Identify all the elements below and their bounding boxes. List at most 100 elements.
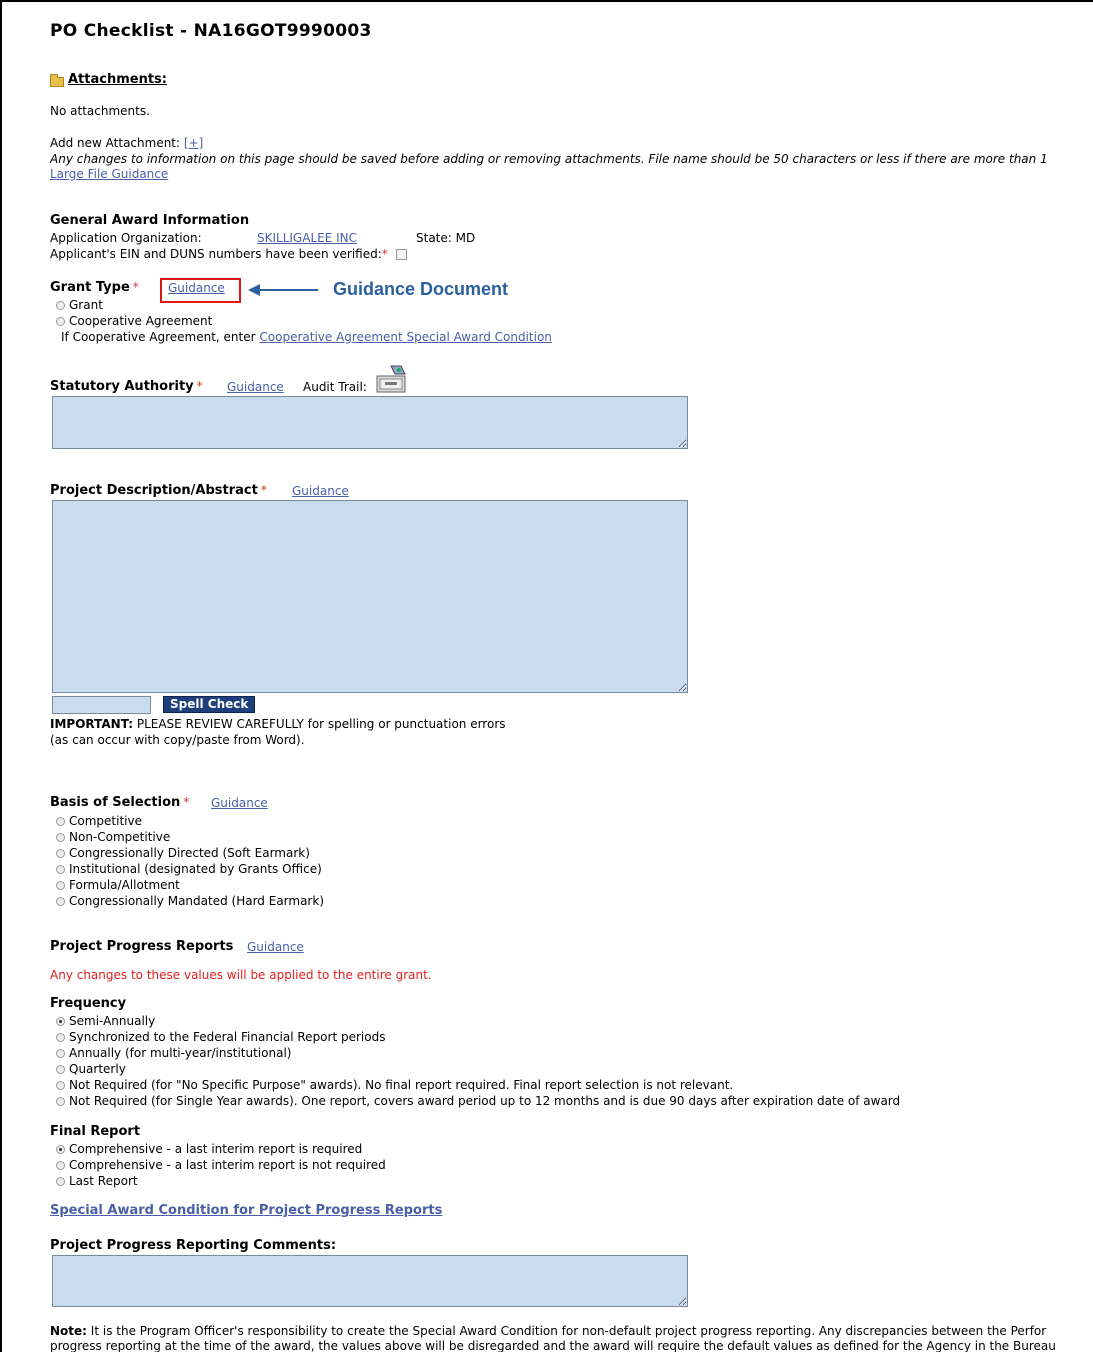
radio-option[interactable]: Not Required (for "No Specific Purpose" …	[56, 1077, 900, 1093]
large-file-guidance-link[interactable]: Large File Guidance	[50, 167, 168, 181]
radio-label: Non-Competitive	[69, 830, 171, 844]
radio-option[interactable]: Formula/Allotment	[56, 877, 324, 893]
verified-checkbox[interactable]	[395, 249, 407, 260]
radio-label: Annually (for multi-year/institutional)	[69, 1046, 292, 1060]
required-marker: *	[260, 483, 267, 497]
final-report-label: Final Report	[50, 1124, 141, 1139]
important-label: IMPORTANT:	[50, 717, 134, 731]
special-award-condition-link[interactable]: Special Award Condition for Project Prog…	[50, 1203, 442, 1218]
comments-label: Project Progress Reporting Comments:	[50, 1238, 337, 1253]
radio-label: Congressionally Directed (Soft Earmark)	[69, 846, 310, 860]
radio-label: Formula/Allotment	[69, 878, 180, 892]
folder-icon	[50, 74, 64, 87]
radio-button[interactable]	[56, 1048, 65, 1058]
radio-label: Comprehensive - a last interim report is…	[69, 1158, 386, 1172]
radio-label: Grant	[69, 298, 103, 312]
add-attachment-row: Add new Attachment: [+]	[50, 136, 203, 150]
verified-row: Applicant's EIN and DUNS numbers have be…	[50, 247, 407, 261]
no-attachments-text: No attachments.	[50, 104, 150, 118]
radio-button[interactable]	[56, 1016, 65, 1026]
add-attachment-label: Add new Attachment:	[50, 136, 181, 150]
grant-type-options: Grant Cooperative Agreement	[56, 297, 212, 329]
coop-agreement-row: If Cooperative Agreement, enter Cooperat…	[61, 330, 552, 344]
radio-option[interactable]: Institutional (designated by Grants Offi…	[56, 861, 324, 877]
radio-button[interactable]	[56, 848, 65, 858]
radio-button[interactable]	[56, 1160, 65, 1170]
state-field: State: MD	[416, 231, 475, 245]
radio-button[interactable]	[56, 1080, 65, 1090]
radio-label: Congressionally Mandated (Hard Earmark)	[69, 894, 324, 908]
spell-check-button[interactable]: Spell Check	[163, 696, 256, 713]
state-value: MD	[455, 231, 476, 245]
required-marker: *	[132, 280, 139, 294]
radio-button[interactable]	[56, 316, 65, 326]
project-desc-guidance-link[interactable]: Guidance	[292, 484, 349, 498]
radio-option[interactable]: Congressionally Mandated (Hard Earmark)	[56, 893, 324, 909]
progress-comments-textarea[interactable]	[52, 1255, 688, 1307]
radio-option[interactable]: Annually (for multi-year/institutional)	[56, 1045, 900, 1061]
radio-button[interactable]	[56, 1176, 65, 1186]
radio-button[interactable]	[56, 880, 65, 890]
statutory-authority-textarea[interactable]	[52, 396, 688, 449]
add-attachment-link[interactable]: [+]	[184, 136, 203, 150]
basis-guidance-link[interactable]: Guidance	[211, 796, 268, 810]
radio-label: Semi-Annually	[69, 1014, 156, 1028]
project-desc-label-row: Project Description/Abstract *	[50, 483, 267, 498]
frequency-label: Frequency	[50, 996, 127, 1011]
radio-option[interactable]: Quarterly	[56, 1061, 900, 1077]
radio-option[interactable]: Comprehensive - a last interim report is…	[56, 1157, 386, 1173]
progress-guidance-link[interactable]: Guidance	[247, 940, 304, 954]
important-text: PLEASE REVIEW CAREFULLY for spelling or …	[136, 717, 506, 731]
important-note: IMPORTANT: PLEASE REVIEW CAREFULLY for s…	[50, 717, 506, 731]
radio-option[interactable]: Grant	[56, 297, 212, 313]
page-title: PO Checklist - NA16GOT9990003	[50, 21, 372, 41]
statutory-label-row: Statutory Authority *	[50, 379, 203, 394]
radio-option[interactable]: Competitive	[56, 813, 324, 829]
audit-trail-label: Audit Trail:	[303, 380, 367, 394]
radio-option[interactable]: Synchronized to the Federal Financial Re…	[56, 1029, 900, 1045]
grant-type-label-row: Grant Type *	[50, 280, 139, 295]
progress-warning: Any changes to these values will be appl…	[50, 968, 432, 982]
radio-label: Comprehensive - a last interim report is…	[69, 1142, 363, 1156]
radio-option[interactable]: Semi-Annually	[56, 1013, 900, 1029]
arrow-left-icon	[248, 284, 318, 296]
coop-agreement-link[interactable]: Cooperative Agreement Special Award Cond…	[259, 330, 552, 344]
required-marker: *	[183, 795, 190, 809]
app-org-label: Application Organization:	[50, 231, 202, 245]
important-text-2: (as can occur with copy/paste from Word)…	[50, 733, 305, 747]
attachments-heading[interactable]: Attachments:	[68, 72, 167, 87]
radio-button[interactable]	[56, 300, 65, 310]
radio-option[interactable]: Comprehensive - a last interim report is…	[56, 1141, 386, 1157]
page-frame: PO Checklist - NA16GOT9990003 Attachment…	[0, 0, 1093, 1352]
radio-option[interactable]: Not Required (for Single Year awards). O…	[56, 1093, 900, 1109]
radio-label: Synchronized to the Federal Financial Re…	[69, 1030, 386, 1044]
note-text-1: It is the Program Officer's responsibili…	[90, 1324, 1047, 1338]
radio-button[interactable]	[56, 1096, 65, 1106]
grant-type-guidance-link[interactable]: Guidance	[168, 281, 225, 295]
statutory-label: Statutory Authority	[50, 379, 194, 394]
radio-button[interactable]	[56, 864, 65, 874]
progress-label: Project Progress Reports	[50, 939, 234, 954]
radio-button[interactable]	[56, 1144, 65, 1154]
radio-button[interactable]	[56, 1032, 65, 1042]
radio-button[interactable]	[56, 1064, 65, 1074]
audit-trail-icon[interactable]	[375, 364, 407, 394]
basis-options: Competitive Non-Competitive Congressiona…	[56, 813, 324, 909]
spell-check-field[interactable]	[52, 696, 151, 714]
frequency-options: Semi-Annually Synchronized to the Federa…	[56, 1013, 900, 1109]
statutory-guidance-link[interactable]: Guidance	[227, 380, 284, 394]
attachment-notice: Any changes to information on this page …	[50, 152, 1048, 166]
radio-button[interactable]	[56, 816, 65, 826]
radio-option[interactable]: Non-Competitive	[56, 829, 324, 845]
project-desc-label: Project Description/Abstract	[50, 483, 258, 498]
radio-label: Quarterly	[69, 1062, 126, 1076]
radio-button[interactable]	[56, 896, 65, 906]
project-description-textarea[interactable]	[52, 500, 688, 693]
radio-option[interactable]: Congressionally Directed (Soft Earmark)	[56, 845, 324, 861]
app-org-link[interactable]: SKILLIGALEE INC	[257, 231, 357, 245]
verified-label: Applicant's EIN and DUNS numbers have be…	[50, 247, 382, 261]
radio-button[interactable]	[56, 832, 65, 842]
radio-option[interactable]: Cooperative Agreement	[56, 313, 212, 329]
note-label: Note:	[50, 1324, 87, 1338]
radio-option[interactable]: Last Report	[56, 1173, 386, 1189]
